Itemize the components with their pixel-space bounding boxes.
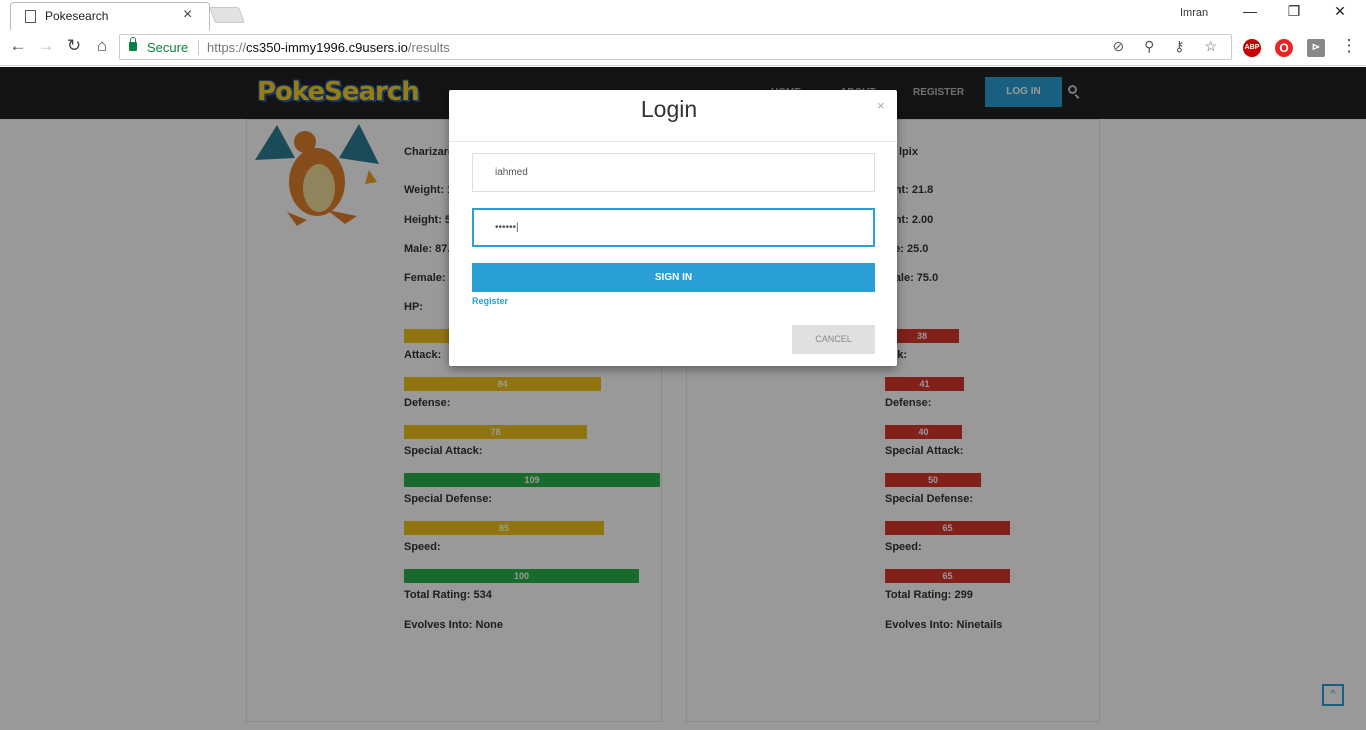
url-scheme: https:// (207, 40, 247, 55)
window-close-icon[interactable]: ✕ (1330, 3, 1350, 20)
divider (198, 40, 199, 55)
address-bar[interactable]: Secure https://cs350-immy1996.c9users.io… (119, 34, 1232, 60)
lock-icon (129, 37, 137, 51)
restore-icon[interactable]: ❐ (1284, 3, 1304, 20)
new-tab-button[interactable] (209, 7, 245, 23)
username-input[interactable]: iahmed (472, 153, 875, 192)
url-path: /results (407, 40, 450, 55)
login-modal: Login × iahmed ••••••| SIGN IN Register … (449, 90, 897, 366)
modal-close-icon[interactable]: × (877, 98, 885, 113)
page-icon (25, 10, 36, 23)
url-host: cs350-immy1996.c9users.io (246, 40, 408, 55)
register-link[interactable]: Register (472, 296, 508, 306)
browser-tab-strip: Pokesearch × Imran — ❐ ✕ (0, 0, 1366, 30)
sign-in-button[interactable]: SIGN IN (472, 263, 875, 292)
cancel-button[interactable]: CANCEL (792, 325, 875, 354)
reload-icon[interactable]: ↻ (64, 36, 84, 56)
browser-toolbar: ← → ↻ ⌂ Secure https://cs350-immy1996.c9… (0, 30, 1366, 66)
back-icon[interactable]: ← (8, 36, 28, 56)
minimize-icon[interactable]: — (1240, 3, 1260, 19)
password-input[interactable]: ••••••| (472, 208, 875, 247)
menu-icon[interactable]: ⋮ (1339, 36, 1359, 56)
forward-icon[interactable]: → (36, 36, 56, 56)
secure-label: Secure (147, 40, 189, 55)
tab-title: Pokesearch (45, 9, 109, 23)
pdf-extension-icon[interactable]: ⊳ (1307, 39, 1325, 57)
omnibox-action-icons[interactable]: ⊘ ⚲ ⚷ ☆ (1113, 38, 1225, 55)
tab-close-icon[interactable]: × (183, 6, 192, 24)
profile-name[interactable]: Imran (1180, 7, 1208, 19)
modal-title: Login (640, 96, 698, 122)
browser-tab[interactable]: Pokesearch × (10, 2, 210, 30)
divider (449, 141, 897, 142)
adblock-icon[interactable]: ABP (1243, 39, 1261, 57)
web-page: PokeSearch HOME ABOUT REGISTER LOG IN Ch… (0, 67, 1366, 730)
opera-icon[interactable]: O (1275, 39, 1293, 57)
url-text[interactable]: https://cs350-immy1996.c9users.io/result… (207, 40, 450, 55)
home-icon[interactable]: ⌂ (92, 36, 112, 56)
